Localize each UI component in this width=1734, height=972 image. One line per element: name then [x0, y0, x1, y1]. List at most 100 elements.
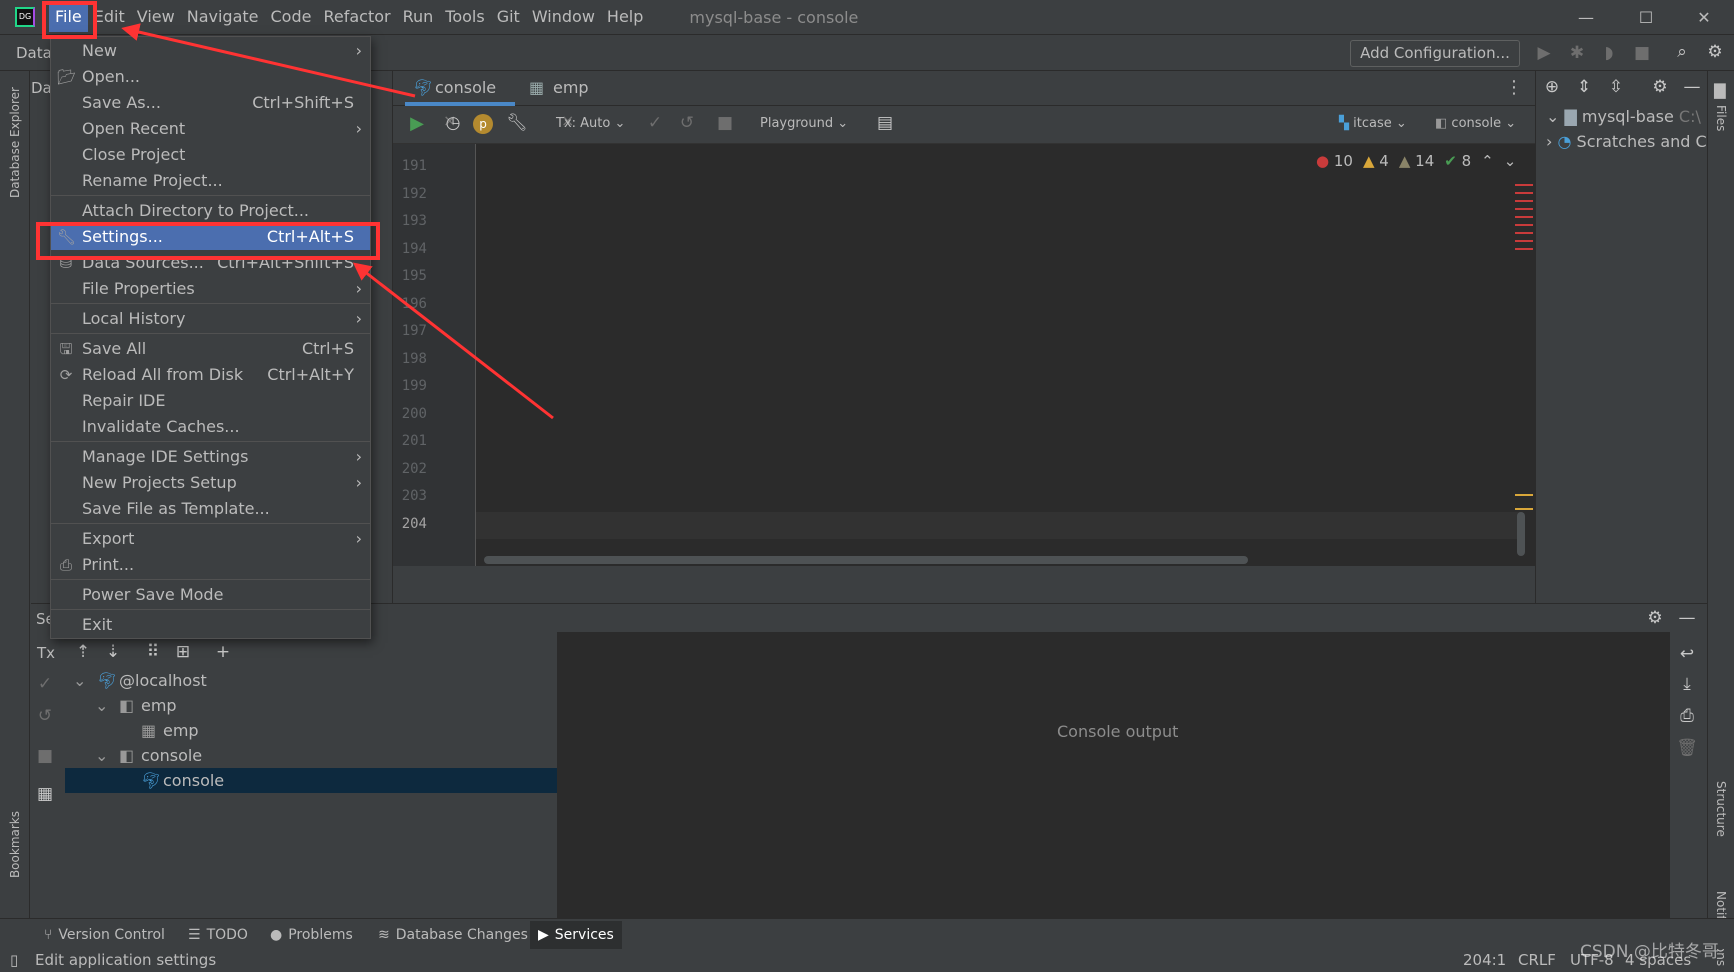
maximize-button[interactable]: ☐: [1618, 0, 1674, 35]
stop-icon[interactable]: ■: [713, 113, 737, 133]
tab-emp[interactable]: ▦ emp ×: [523, 71, 613, 130]
menu-help[interactable]: Help: [601, 2, 649, 32]
structure-tab[interactable]: Structure: [1714, 781, 1728, 837]
tool-tab-database-changes[interactable]: ≋ Database Changes: [370, 921, 536, 949]
chevron-down-icon[interactable]: ⌄: [95, 693, 108, 718]
vertical-scrollbar[interactable]: [1517, 512, 1525, 556]
database-explorer-tab[interactable]: Database Explorer: [8, 87, 22, 198]
menu-item-attach-directory-to-project[interactable]: Attach Directory to Project...: [51, 198, 370, 224]
menu-item-open[interactable]: 📂︎ Open...: [51, 64, 370, 90]
menu-item-new-projects-setup[interactable]: New Projects Setup ›: [51, 470, 370, 496]
menu-item-exit[interactable]: Exit: [51, 612, 370, 638]
menu-item-save-all[interactable]: 🖫 Save All Ctrl+S: [51, 336, 370, 362]
expand-all-icon[interactable]: ⇡: [71, 642, 95, 662]
tree-node[interactable]: ⌄ ◧ console: [65, 743, 557, 768]
tx-dropdown[interactable]: Tx: [37, 644, 55, 662]
inspection-widget[interactable]: ● 10 ▲ 4 ▲ 14 ✔ 8 ⌃ ⌄: [1316, 152, 1516, 170]
scratches-node[interactable]: › ◔ Scratches and C: [1546, 132, 1706, 151]
tree-node[interactable]: 🐬︎ console: [65, 768, 557, 793]
menu-item-settings[interactable]: 🔧︎ Settings... Ctrl+Alt+S: [51, 224, 370, 250]
commit-icon[interactable]: ✓: [33, 674, 57, 694]
menu-item-manage-ide-settings[interactable]: Manage IDE Settings ›: [51, 444, 370, 470]
hide-panel-icon[interactable]: —: [1680, 77, 1704, 97]
commit-icon[interactable]: ✓: [643, 113, 667, 133]
collapse-all-icon[interactable]: ⇳: [1604, 77, 1628, 97]
add-service-icon[interactable]: +: [211, 642, 235, 662]
tree-node[interactable]: ⌄ 🐬︎ @localhost: [65, 668, 557, 693]
more-icon[interactable]: ⋮: [1505, 77, 1523, 98]
scroll-to-end-icon[interactable]: ⤓: [1675, 674, 1699, 694]
minimize-button[interactable]: —: [1558, 0, 1614, 35]
execute-icon[interactable]: ▶: [405, 113, 429, 134]
session-dropdown[interactable]: ◧ console ⌄: [1435, 116, 1516, 131]
menu-edit[interactable]: Edit: [88, 2, 131, 32]
menu-tools[interactable]: Tools: [439, 2, 490, 32]
menu-item-file-properties[interactable]: File Properties ›: [51, 276, 370, 302]
chevron-down-icon[interactable]: ⌄: [95, 743, 108, 768]
hide-services-icon[interactable]: —: [1675, 608, 1699, 628]
playground-dropdown[interactable]: Playground ⌄: [760, 116, 848, 131]
print-icon[interactable]: ⎙: [1675, 706, 1699, 726]
rollback-icon[interactable]: ↺: [675, 113, 699, 133]
tool-tab-todo[interactable]: ☰ TODO: [180, 921, 256, 949]
menu-item-reload-all-from-disk[interactable]: ⟳ Reload All from Disk Ctrl+Alt+Y: [51, 362, 370, 388]
group-icon[interactable]: ⠿: [141, 642, 165, 662]
chevron-down-icon[interactable]: ⌄: [73, 668, 86, 693]
menu-item-close-project[interactable]: Close Project: [51, 142, 370, 168]
menu-item-repair-ide[interactable]: Repair IDE: [51, 388, 370, 414]
files-tab[interactable]: Files: [1714, 105, 1728, 131]
menu-item-open-recent[interactable]: Open Recent ›: [51, 116, 370, 142]
close-window-button[interactable]: ✕: [1676, 0, 1732, 35]
line-separator[interactable]: CRLF: [1518, 949, 1556, 971]
layout-icon[interactable]: ▦: [33, 784, 57, 804]
add-configuration-button[interactable]: Add Configuration...: [1350, 40, 1520, 67]
menu-code[interactable]: Code: [265, 2, 318, 32]
menu-item-invalidate-caches[interactable]: Invalidate Caches...: [51, 414, 370, 440]
expand-all-icon[interactable]: ⇕: [1572, 77, 1596, 97]
menu-item-save-file-as-template[interactable]: Save File as Template...: [51, 496, 370, 522]
menu-item-rename-project[interactable]: Rename Project...: [51, 168, 370, 194]
menu-item-new[interactable]: New ›: [51, 38, 370, 64]
code-editor[interactable]: [393, 144, 1535, 566]
menu-item-local-history[interactable]: Local History ›: [51, 306, 370, 332]
settings-gear-icon[interactable]: ⚙: [1703, 42, 1727, 62]
menu-item-power-save-mode[interactable]: Power Save Mode: [51, 582, 370, 608]
wrench-icon[interactable]: 🔧︎: [505, 113, 529, 133]
tab-console[interactable]: 🐬︎ console ×: [405, 71, 515, 130]
history-icon[interactable]: ◷: [441, 113, 465, 133]
rollback-icon[interactable]: ↺: [33, 706, 57, 726]
bookmarks-tab[interactable]: Bookmarks: [8, 811, 22, 878]
tool-tab-services[interactable]: ▶ Services: [530, 921, 622, 949]
services-settings-icon[interactable]: ⚙: [1643, 608, 1667, 628]
search-icon[interactable]: ⌕: [1670, 42, 1694, 62]
locate-icon[interactable]: ⊕: [1540, 77, 1564, 97]
console-output-area[interactable]: Console output: [557, 632, 1670, 918]
caret-position[interactable]: 204:1: [1463, 949, 1506, 971]
menu-navigate[interactable]: Navigate: [181, 2, 265, 32]
filter-icon[interactable]: ⊞: [171, 642, 195, 662]
tree-node[interactable]: ⌄ ◧ emp: [65, 693, 557, 718]
profiler-icon[interactable]: p: [473, 114, 493, 134]
project-root[interactable]: ⌄ ▇ mysql-base C:\: [1546, 107, 1701, 126]
debug-icon[interactable]: ✱: [1565, 43, 1589, 63]
tool-tab-problems[interactable]: ● Problems: [262, 921, 361, 949]
output-options-icon[interactable]: ▤: [873, 113, 897, 133]
menu-view[interactable]: View: [131, 2, 181, 32]
menu-run[interactable]: Run: [397, 2, 440, 32]
menu-refactor[interactable]: Refactor: [317, 2, 396, 32]
panel-settings-icon[interactable]: ⚙: [1648, 77, 1672, 97]
clear-icon[interactable]: 🗑︎: [1675, 738, 1699, 758]
menu-item-print[interactable]: ⎙ Print...: [51, 552, 370, 578]
stop-icon[interactable]: ■: [33, 746, 57, 766]
menu-file[interactable]: File: [49, 2, 88, 32]
menu-item-export[interactable]: Export ›: [51, 526, 370, 552]
tree-node[interactable]: ▦ emp: [65, 718, 557, 743]
stop-icon[interactable]: ■: [1630, 43, 1654, 63]
run-icon[interactable]: ▶: [1532, 43, 1556, 63]
collapse-all-icon[interactable]: ⇣: [101, 642, 125, 662]
prev-highlight-icon[interactable]: ⌃: [1481, 152, 1494, 170]
menu-item-save-as[interactable]: Save As... Ctrl+Shift+S: [51, 90, 370, 116]
next-highlight-icon[interactable]: ⌄: [1504, 152, 1517, 170]
tool-tab-version-control[interactable]: ⑂ Version Control: [36, 921, 173, 949]
menu-item-data-sources[interactable]: ⛁ Data Sources... Ctrl+Alt+Shift+S: [51, 250, 370, 276]
